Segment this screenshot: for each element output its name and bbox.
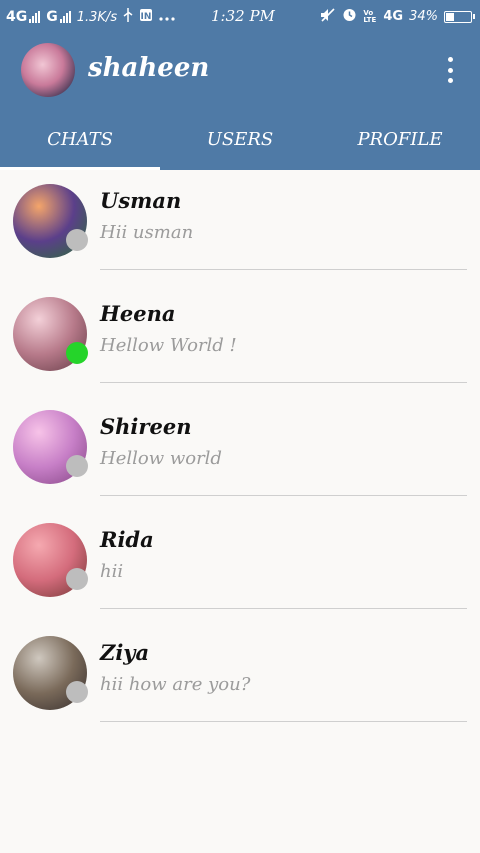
network-type: 4G [383,9,404,24]
last-message: hii how are you? [100,674,251,695]
last-message: Hellow World ! [100,335,237,356]
chat-row-shireen[interactable]: Shireen Hellow world [0,396,480,509]
divider [100,608,467,609]
status-indicator [66,342,88,364]
divider [100,495,467,496]
status-indicator [66,568,88,590]
chat-row-usman[interactable]: Usman Hii usman [0,170,480,283]
battery-icon [444,10,475,23]
chat-row-rida[interactable]: Rida hii [0,509,480,622]
clock: 1:32 PM [211,7,275,25]
contact-name: Ziya [100,640,150,665]
contact-name: Usman [100,188,182,213]
overflow-menu-icon[interactable] [444,57,456,83]
usb-icon [123,8,133,26]
tab-users[interactable]: USERS [160,122,320,170]
chat-row-ziya[interactable]: Ziya hii how are you? [0,622,480,735]
status-indicator [66,229,88,251]
contact-name: Heena [100,301,176,326]
tab-profile[interactable]: PROFILE [320,122,480,170]
sim1-label: 4G [6,9,28,25]
divider [100,269,467,270]
notification-icon: IN [139,8,153,26]
tab-chats[interactable]: CHATS [0,122,160,170]
mute-icon [320,7,336,26]
contact-name: Rida [100,527,154,552]
tab-bar: CHATS USERS PROFILE [0,122,480,170]
sim1-signal-icon: 4G [6,9,41,25]
alarm-icon [342,7,357,26]
app-bar: 4G G 1.3K/s IN 1:32 PM Vo LTE 4G 34% sha… [0,0,480,170]
last-message: Hii usman [100,222,194,243]
svg-text:IN: IN [141,12,152,22]
volte-label: Vo LTE [363,8,377,24]
sim2-signal-icon: G [46,9,71,25]
app-title: shaheen [88,53,210,83]
chat-row-heena[interactable]: Heena Hellow World ! [0,283,480,396]
status-indicator [66,455,88,477]
last-message: Hellow world [100,448,222,469]
more-notifications-icon [159,9,175,25]
network-speed: 1.3K/s [76,9,118,25]
divider [100,721,467,722]
contact-name: Shireen [100,414,192,439]
user-avatar[interactable] [21,43,75,97]
status-indicator [66,681,88,703]
status-bar: 4G G 1.3K/s IN 1:32 PM Vo LTE 4G 34% [0,0,480,32]
sim2-label: G [46,9,58,25]
divider [100,382,467,383]
battery-percent: 34% [409,9,438,24]
last-message: hii [100,561,124,582]
